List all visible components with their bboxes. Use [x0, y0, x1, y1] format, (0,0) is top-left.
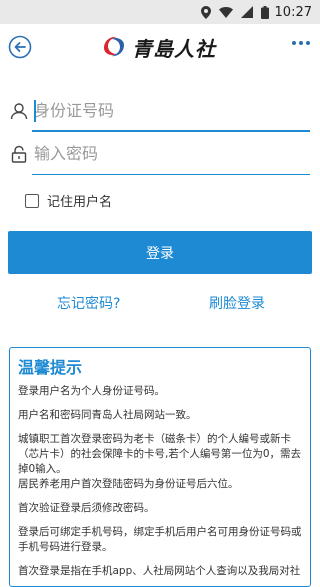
password-underline — [32, 174, 310, 175]
id-number-input[interactable] — [34, 96, 304, 124]
remember-username-checkbox[interactable]: 记住用户名 — [25, 191, 112, 210]
logo-emblem-icon — [104, 36, 124, 57]
signal-icon — [240, 6, 253, 18]
notice-paragraph: 登录用户名为个人身份证号码。 — [18, 385, 165, 397]
notice-title: 温馨提示 — [18, 358, 83, 377]
password-input[interactable] — [34, 139, 304, 167]
id-number-underline — [32, 130, 310, 132]
app-logo: 青島人社 — [100, 32, 216, 62]
wifi-icon — [218, 6, 233, 18]
login-button[interactable]: 登录 — [8, 231, 312, 274]
lock-icon — [11, 145, 27, 163]
status-bar: 10:27 — [0, 0, 320, 24]
notice-paragraph: 居民养老用户首次登陆密码为身份证号后六位。 — [18, 478, 239, 490]
forgot-password-link[interactable]: 忘记密码? — [57, 293, 120, 313]
notice-paragraph: 用户名和密码同青岛人社局网站一致。 — [18, 409, 197, 421]
user-icon — [10, 103, 28, 120]
location-icon — [200, 5, 211, 19]
more-dots-icon[interactable] — [292, 41, 310, 45]
notice-paragraph: 登录后可绑定手机号码，绑定手机后用户名可用身份证号码或手机号码进行登录。 — [18, 526, 302, 553]
notice-paragraph: 城镇职工首次登录密码为老卡（磁条卡）的个人编号或新卡（芯片卡）的社会保障卡的卡号… — [18, 433, 302, 475]
notice-panel: 温馨提示 登录用户名为个人身份证号码。 用户名和密码同青岛人社局网站一致。 城镇… — [9, 347, 311, 587]
text-cursor — [34, 100, 36, 122]
logo-text: 青島人社 — [132, 36, 216, 61]
status-time: 10:27 — [274, 4, 312, 20]
face-login-link[interactable]: 刷脸登录 — [209, 293, 265, 313]
app-bar: 青島人社 — [0, 24, 320, 70]
notice-paragraph: 首次登录是指在手机app、人社局网站个人查询以及我局对社 — [18, 565, 301, 577]
remember-username-label: 记住用户名 — [47, 195, 113, 210]
battery-icon — [260, 5, 269, 19]
password-field — [10, 135, 310, 175]
checkbox-box[interactable] — [25, 193, 39, 208]
notice-paragraph: 首次验证登录后须修改密码。 — [18, 502, 155, 514]
back-arrow-icon[interactable] — [8, 35, 32, 59]
id-number-field — [10, 92, 310, 132]
